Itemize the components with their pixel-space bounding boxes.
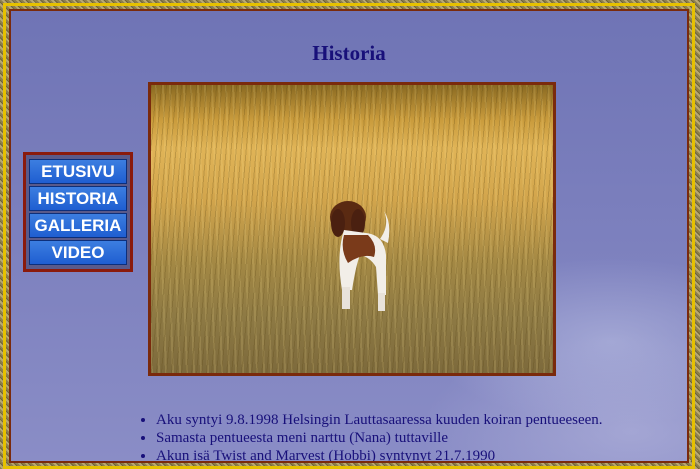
dog-icon: [330, 201, 390, 311]
nav-galleria-button[interactable]: GALLERIA: [29, 213, 127, 238]
nav-historia-button[interactable]: HISTORIA: [29, 186, 127, 211]
nav-etusivu-button[interactable]: ETUSIVU: [29, 159, 127, 184]
history-facts-list: Aku syntyi 9.8.1998 Helsingin Lauttasaar…: [136, 411, 603, 461]
list-item: Aku syntyi 9.8.1998 Helsingin Lauttasaar…: [156, 411, 603, 429]
nav-menu: ETUSIVU HISTORIA GALLERIA VIDEO: [23, 152, 133, 272]
list-item: Samasta pentueesta meni narttu (Nana) tu…: [156, 429, 603, 447]
content-area: Historia ETUSIVU HISTORIA GALLERIA VIDEO: [9, 9, 689, 463]
outer-frame: Historia ETUSIVU HISTORIA GALLERIA VIDEO: [3, 3, 695, 469]
nav-video-button[interactable]: VIDEO: [29, 240, 127, 265]
dog-photo: [148, 82, 556, 376]
page-title: Historia: [312, 41, 386, 65]
